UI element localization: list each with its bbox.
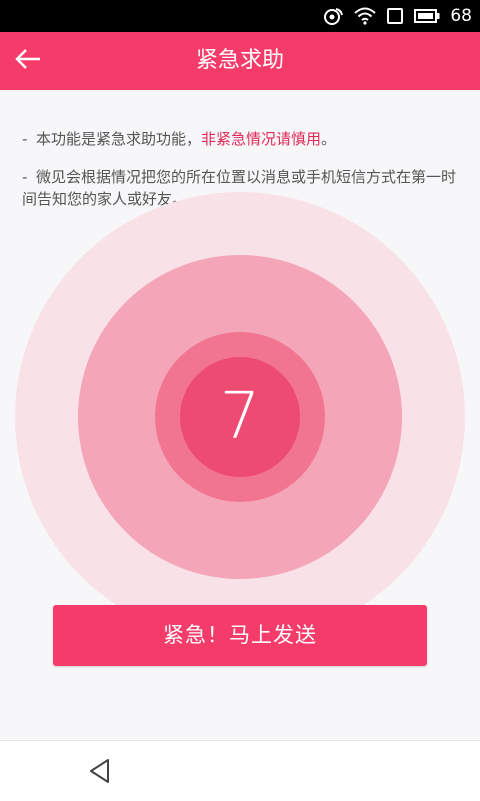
arrow-left-icon	[14, 47, 42, 75]
system-nav-bar	[0, 740, 480, 801]
notice-suffix: 。	[321, 130, 337, 148]
notification-icon	[322, 6, 344, 26]
notice-usage-warning: - 本功能是紧急求助功能，非紧急情况请慎用。	[22, 128, 462, 150]
status-icons: 68	[322, 0, 472, 32]
battery-icon	[414, 8, 440, 24]
ring-core	[180, 357, 300, 477]
notice-location-sharing: - 微见会根据情况把您的所在位置以消息或手机短信方式在第一时间告知您的家人或好友。	[22, 166, 462, 210]
notice-text: 微见会根据情况把您的所在位置以消息或手机短信方式在第一时间告知您的家人或好友。	[22, 168, 457, 208]
triangle-back-icon	[84, 759, 116, 791]
app-bar: 紧急求助	[0, 32, 480, 90]
notice-dash: -	[22, 130, 28, 148]
ring-mid	[78, 255, 402, 579]
ring-inner	[155, 332, 325, 502]
back-button[interactable]	[8, 41, 48, 81]
sim-icon	[386, 7, 404, 25]
notice-text: 本功能是紧急求助功能，	[36, 130, 202, 148]
status-bar: 68	[0, 0, 480, 32]
countdown-number: 7	[219, 380, 261, 454]
emergency-send-button[interactable]: 紧急！马上发送	[53, 605, 427, 666]
page-title: 紧急求助	[195, 48, 284, 73]
notice-warning-text: 非紧急情况请慎用	[201, 130, 322, 148]
countdown-rings: 7	[0, 0, 480, 800]
nav-back-button[interactable]	[84, 755, 116, 787]
wifi-icon	[354, 7, 377, 25]
ring-outer	[15, 192, 465, 642]
notice-dash: -	[22, 168, 28, 186]
battery-level: 68	[450, 6, 472, 26]
